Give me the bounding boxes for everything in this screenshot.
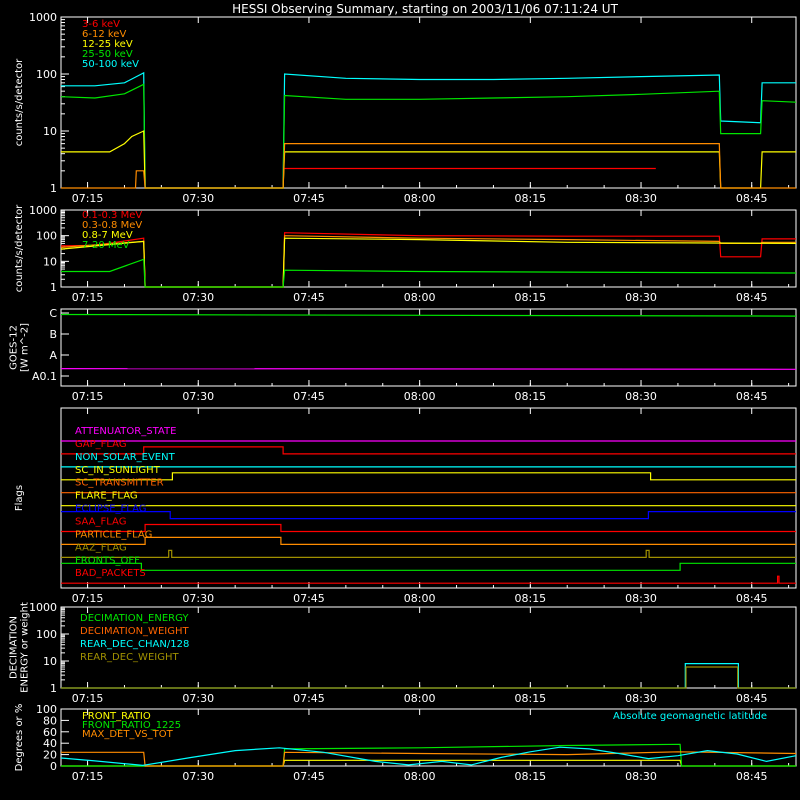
x-tick-label: 08:00 xyxy=(404,592,436,605)
x-tick-label: 08:30 xyxy=(625,592,657,605)
x-tick-label: 08:30 xyxy=(625,390,657,403)
x-tick-label: 07:45 xyxy=(293,770,325,783)
x-tick-label: 07:45 xyxy=(293,390,325,403)
y-axis-label: GOES-12 xyxy=(9,325,20,370)
x-tick-label: 08:15 xyxy=(514,770,546,783)
x-tick-label: 08:15 xyxy=(514,692,546,705)
y-tick-label: 0 xyxy=(50,760,57,773)
annotation: Absolute geomagnetic latitude xyxy=(613,711,767,722)
y-tick-label: 40 xyxy=(43,737,57,750)
legend-entry: 7-20 MeV xyxy=(82,240,130,251)
y-tick-label: 1000 xyxy=(29,11,57,24)
figure-title: HESSI Observing Summary, starting on 200… xyxy=(232,2,618,16)
x-tick-label: 08:30 xyxy=(625,770,657,783)
flag-label: FRONTS_OFF xyxy=(75,555,140,566)
flag-label: PARTICLE_FLAG xyxy=(75,529,152,540)
y-tick-label: A xyxy=(49,349,57,362)
y-tick-label: 100 xyxy=(36,230,57,243)
x-tick-label: 07:30 xyxy=(182,770,214,783)
y-tick-label: 20 xyxy=(43,749,57,762)
y-axis-label: [W m^-2] xyxy=(20,323,31,372)
x-tick-label: 08:00 xyxy=(404,192,436,205)
x-tick-label: 08:15 xyxy=(514,192,546,205)
flag-label: FLARE_FLAG xyxy=(75,491,138,502)
flag-label: NON_SOLAR_EVENT xyxy=(75,452,176,463)
series-1-line xyxy=(60,368,797,370)
x-tick-label: 07:15 xyxy=(72,692,104,705)
flag-label: SC_TRANSMITTER xyxy=(75,478,164,489)
x-tick-label: 08:00 xyxy=(404,390,436,403)
x-tick-label: 08:30 xyxy=(625,291,657,304)
x-tick-label: 08:15 xyxy=(514,390,546,403)
flag-label: GAP_FLAG xyxy=(75,439,127,450)
y-tick-label: 100 xyxy=(36,703,57,716)
x-tick-label: 07:30 xyxy=(182,291,214,304)
x-tick-label: 07:45 xyxy=(293,592,325,605)
x-tick-label: 08:45 xyxy=(736,592,768,605)
x-tick-label: 07:45 xyxy=(293,192,325,205)
y-tick-label: 1000 xyxy=(29,601,57,614)
flag-label: SAA_FLAG xyxy=(75,517,126,528)
x-tick-label: 07:30 xyxy=(182,692,214,705)
x-tick-label: 07:15 xyxy=(72,291,104,304)
y-tick-label: 100 xyxy=(36,68,57,81)
y-tick-label: 10 xyxy=(43,125,57,138)
y-tick-label: 60 xyxy=(43,726,57,739)
legend-entry: 50-100 keV xyxy=(82,59,139,70)
y-axis-label: Flags xyxy=(14,485,25,511)
x-tick-label: 08:45 xyxy=(736,390,768,403)
y-axis-label: DECIMATION xyxy=(9,616,20,679)
y-tick-label: 1000 xyxy=(29,204,57,217)
y-tick-label: 1 xyxy=(50,281,57,294)
x-tick-label: 07:30 xyxy=(182,192,214,205)
legend-entry: DECIMATION_ENERGY xyxy=(80,613,189,624)
y-tick-label: 10 xyxy=(43,655,57,668)
flag-label: ATTENUATOR_STATE xyxy=(75,426,176,437)
x-tick-label: 07:15 xyxy=(72,390,104,403)
x-tick-label: 08:00 xyxy=(404,291,436,304)
y-tick-label: 80 xyxy=(43,714,57,727)
x-tick-label: 08:30 xyxy=(625,192,657,205)
y-tick-label: 100 xyxy=(36,628,57,641)
x-tick-label: 08:45 xyxy=(736,692,768,705)
y-tick-label: A0.1 xyxy=(32,370,57,383)
y-axis-label: counts/s/detector xyxy=(14,204,25,292)
legend-entry: REAR_DEC_WEIGHT xyxy=(80,652,179,663)
x-tick-label: 08:00 xyxy=(404,692,436,705)
legend-entry: REAR_DEC_CHAN/128 xyxy=(80,639,189,650)
x-tick-label: 07:15 xyxy=(72,192,104,205)
flag-label: SC_IN_SUNLIGHT xyxy=(75,465,161,476)
summary-figure: HESSI Observing Summary, starting on 200… xyxy=(0,0,800,800)
y-tick-label: B xyxy=(49,328,57,341)
x-tick-label: 07:30 xyxy=(182,592,214,605)
x-tick-label: 08:30 xyxy=(625,692,657,705)
legend-entry: MAX_DET_VS_TOT xyxy=(82,729,174,740)
x-tick-label: 08:45 xyxy=(736,192,768,205)
flag-label: ECLIPSE_FLAG xyxy=(75,504,146,515)
x-tick-label: 07:15 xyxy=(72,592,104,605)
legend-entry: DECIMATION_WEIGHT xyxy=(80,626,189,637)
x-tick-label: 08:45 xyxy=(736,291,768,304)
y-axis-label: Degrees or % xyxy=(14,704,25,772)
x-tick-label: 08:00 xyxy=(404,770,436,783)
x-tick-label: 08:15 xyxy=(514,291,546,304)
x-tick-label: 08:45 xyxy=(736,770,768,783)
flag-label: BAD_PACKETS xyxy=(75,568,146,579)
x-tick-label: 07:15 xyxy=(72,770,104,783)
y-tick-label: 1 xyxy=(50,182,57,195)
y-tick-label: 1 xyxy=(50,682,57,695)
y-axis-label: ENERGY or weight xyxy=(20,602,31,693)
x-tick-label: 08:15 xyxy=(514,592,546,605)
flag-label: AAZ_FLAG xyxy=(75,542,127,553)
x-tick-label: 07:30 xyxy=(182,390,214,403)
x-tick-label: 07:45 xyxy=(293,692,325,705)
y-tick-label: C xyxy=(49,307,57,320)
y-tick-label: 10 xyxy=(43,255,57,268)
y-axis-label: counts/s/detector xyxy=(14,58,25,146)
x-tick-label: 07:45 xyxy=(293,291,325,304)
